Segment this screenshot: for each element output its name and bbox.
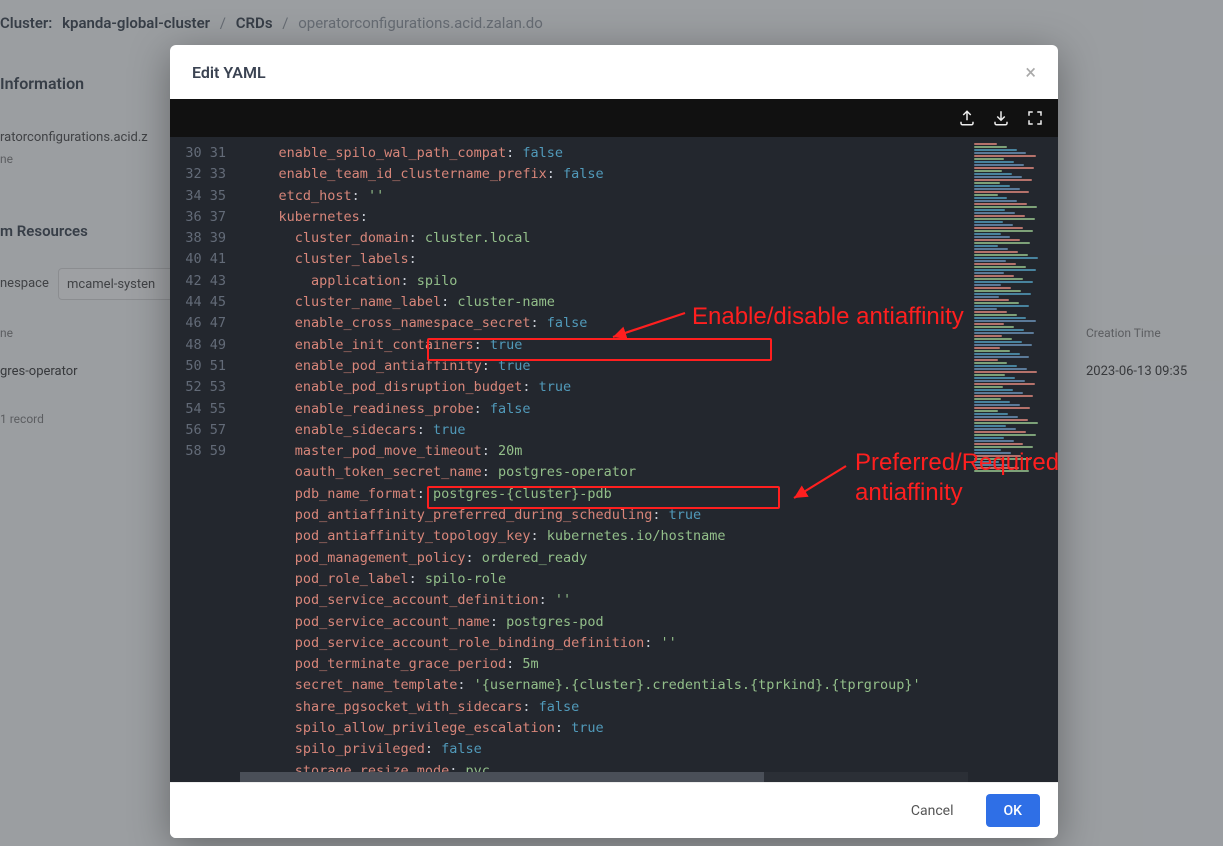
- upload-icon[interactable]: [958, 109, 976, 127]
- edit-yaml-modal: Edit YAML × 30 31 32 33 34 35 36 37 38 3…: [170, 45, 1058, 838]
- editor-minimap[interactable]: [968, 137, 1058, 782]
- close-icon[interactable]: ×: [1025, 60, 1036, 84]
- ok-button[interactable]: OK: [986, 794, 1041, 827]
- fullscreen-icon[interactable]: [1026, 109, 1044, 127]
- line-number-gutter: 30 31 32 33 34 35 36 37 38 39 40 41 42 4…: [170, 137, 240, 782]
- editor-horizontal-scrollbar[interactable]: [240, 772, 968, 782]
- modal-header: Edit YAML ×: [170, 45, 1058, 99]
- yaml-code-editor[interactable]: enable_spilo_wal_path_compat: false enab…: [240, 137, 1058, 782]
- editor-toolbar: [170, 99, 1058, 137]
- editor-body: 30 31 32 33 34 35 36 37 38 39 40 41 42 4…: [170, 137, 1058, 782]
- modal-footer: Cancel OK: [170, 782, 1058, 838]
- modal-title: Edit YAML: [192, 63, 266, 82]
- download-icon[interactable]: [992, 109, 1010, 127]
- cancel-button[interactable]: Cancel: [893, 794, 972, 827]
